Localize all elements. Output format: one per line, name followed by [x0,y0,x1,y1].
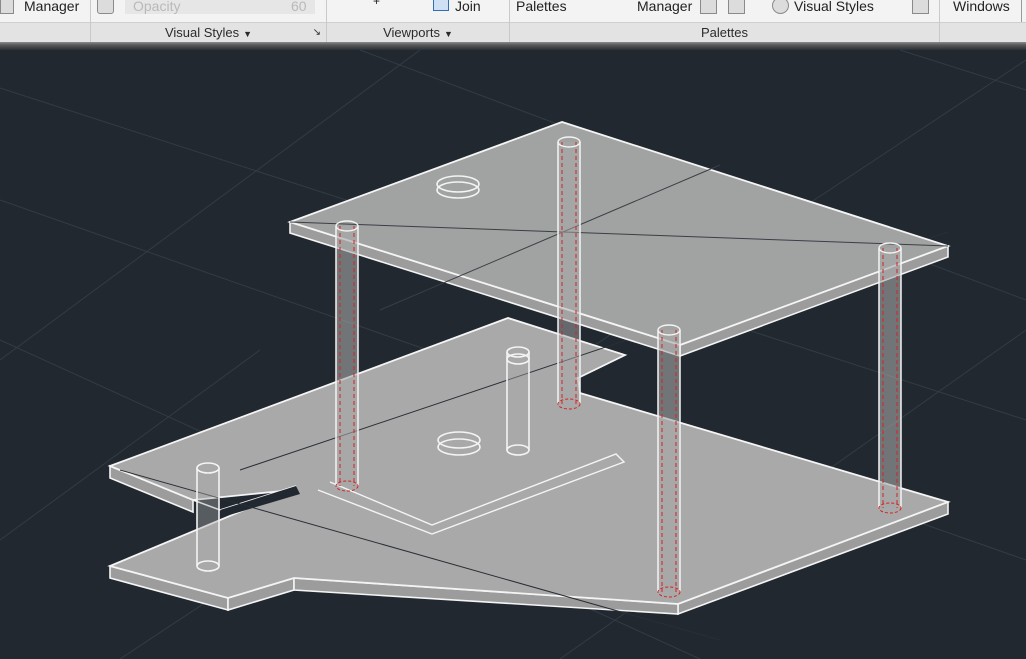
chevron-down-icon: ▼ [443,29,453,39]
panel-title-visual-styles-text: Visual Styles [164,25,240,40]
dropdown-arrow-icon[interactable] [0,0,14,14]
opacity-value[interactable]: 60 [291,0,307,14]
panel-title-viewports-text: Viewports [383,25,440,40]
visual-styles-icon [772,0,789,14]
post-back-center [557,136,581,410]
short-post-left [196,462,220,572]
join-button[interactable]: Join [455,0,481,14]
ribbon-panel-viewports: + Join Viewports ▼ [327,0,510,43]
panel-title-palettes-text: Palettes [701,25,748,40]
panel-title-visual-styles[interactable]: Visual Styles ▼ ↘ [91,22,326,43]
manager-label[interactable]: Manager [24,0,79,14]
ribbon: Manager Opacity Opacity 60 Visual Styles… [0,0,1026,43]
panel-divider [1021,0,1022,22]
visual-styles-button[interactable]: Visual Styles [794,0,874,14]
manager-button[interactable]: Manager [637,0,692,14]
join-icon [433,0,449,11]
post-front-left [335,220,359,492]
panel-title-palettes: Palettes [510,22,939,43]
sheet-set-icon[interactable] [728,0,745,14]
short-post-center [506,346,530,456]
ribbon-panel-palettes: Palettes Manager Visual Styles Palettes [510,0,940,43]
viewport-tool-icon[interactable]: + [373,0,380,8]
palettes-button[interactable]: Palettes [516,0,567,14]
panel-title-viewports[interactable]: Viewports ▼ [327,22,509,43]
windows-button[interactable]: Windows [953,0,1010,14]
tool-palette-icon[interactable] [912,0,929,14]
opacity-slider-label-text: Opacity [133,0,181,14]
ribbon-panel-windows: Windows [940,0,1026,43]
panel-title-left [0,22,90,43]
post-right [878,242,902,514]
chevron-down-icon: ▼ [243,29,253,39]
model-viewport[interactable] [0,50,1026,659]
ribbon-viewport-separator [0,42,1026,50]
post-front-center [657,324,681,598]
ribbon-panel-left: Manager [0,0,91,43]
properties-icon[interactable] [700,0,717,14]
dialog-launcher-icon[interactable]: ↘ [313,23,321,43]
opacity-icon [97,0,114,14]
ribbon-panel-visual-styles: Opacity Opacity 60 Visual Styles▼ ↘ [91,0,327,43]
panel-title-windows [940,22,1026,43]
